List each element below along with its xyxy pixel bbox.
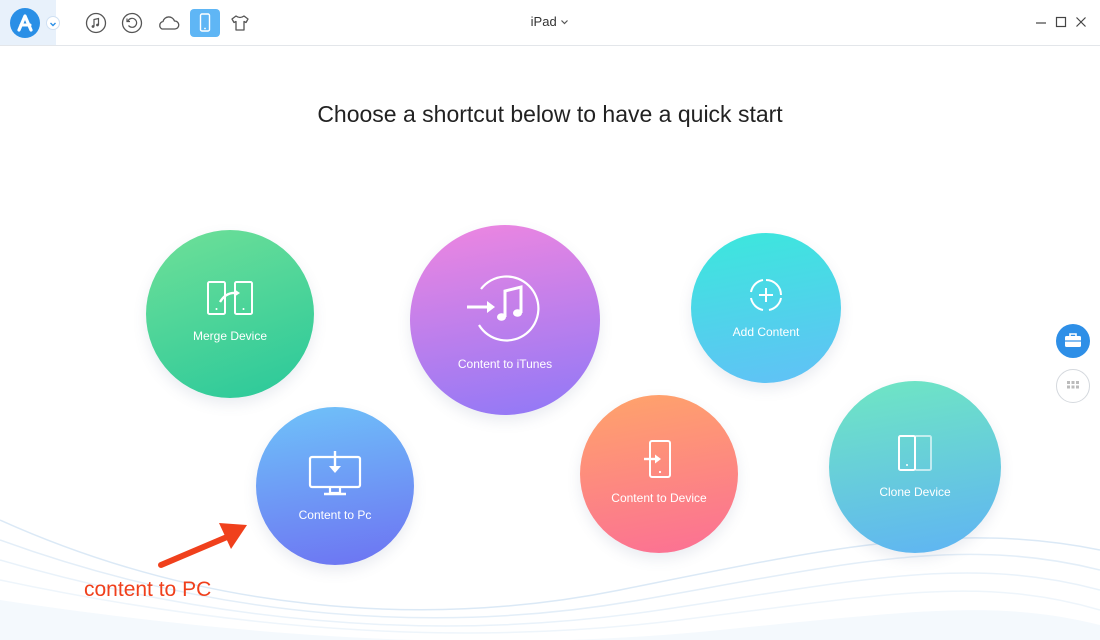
apps-grid-button[interactable] [1056,369,1090,403]
apps-grid-icon [1067,381,1079,389]
shirt-icon[interactable] [227,10,253,36]
shortcut-label: Content to Device [611,491,707,505]
content-to-device-icon [644,440,671,478]
toolbox-button[interactable] [1056,324,1090,358]
content-to-device-button[interactable]: Content to Device [580,395,738,553]
add-content-icon [750,279,782,311]
shortcut-label: Merge Device [192,329,268,343]
device-name: iPad [530,14,557,29]
chevron-down-icon[interactable] [47,17,59,29]
shortcut-label: Add Content [732,325,800,339]
title-bar: iPad [0,0,1100,46]
toolbox-icon [1065,333,1081,347]
cloud-icon[interactable] [155,10,181,36]
clone-device-icon [898,435,932,471]
itunes-icon [467,275,540,342]
clone-device-button[interactable]: Clone Device [829,381,1001,553]
chevron-down-icon [561,20,569,25]
annotation-arrow-icon [158,523,247,568]
content-to-itunes-button[interactable]: Content to iTunes [410,225,600,415]
music-icon[interactable] [83,10,109,36]
maximize-icon[interactable] [1053,14,1069,30]
page-title: Choose a shortcut below to have a quick … [317,101,783,127]
device-selector[interactable]: iPad [520,14,580,29]
merge-device-icon [207,281,253,315]
content-to-pc-icon [308,451,362,496]
close-icon[interactable] [1073,14,1089,30]
content-to-pc-button[interactable]: Content to Pc [256,407,414,565]
minimize-icon[interactable] [1033,14,1049,30]
shortcut-label: Content to iTunes [457,357,553,371]
shortcut-label: Content to Pc [298,508,372,522]
app-logo-icon[interactable] [10,8,40,38]
device-icon[interactable] [190,9,220,37]
app-menu[interactable] [0,0,59,45]
add-content-button[interactable]: Add Content [691,233,841,383]
shortcut-label: Clone Device [879,485,951,499]
annotation-label: content to PC [84,578,212,601]
restore-icon[interactable] [119,10,145,36]
merge-device-button[interactable]: Merge Device [146,230,314,398]
